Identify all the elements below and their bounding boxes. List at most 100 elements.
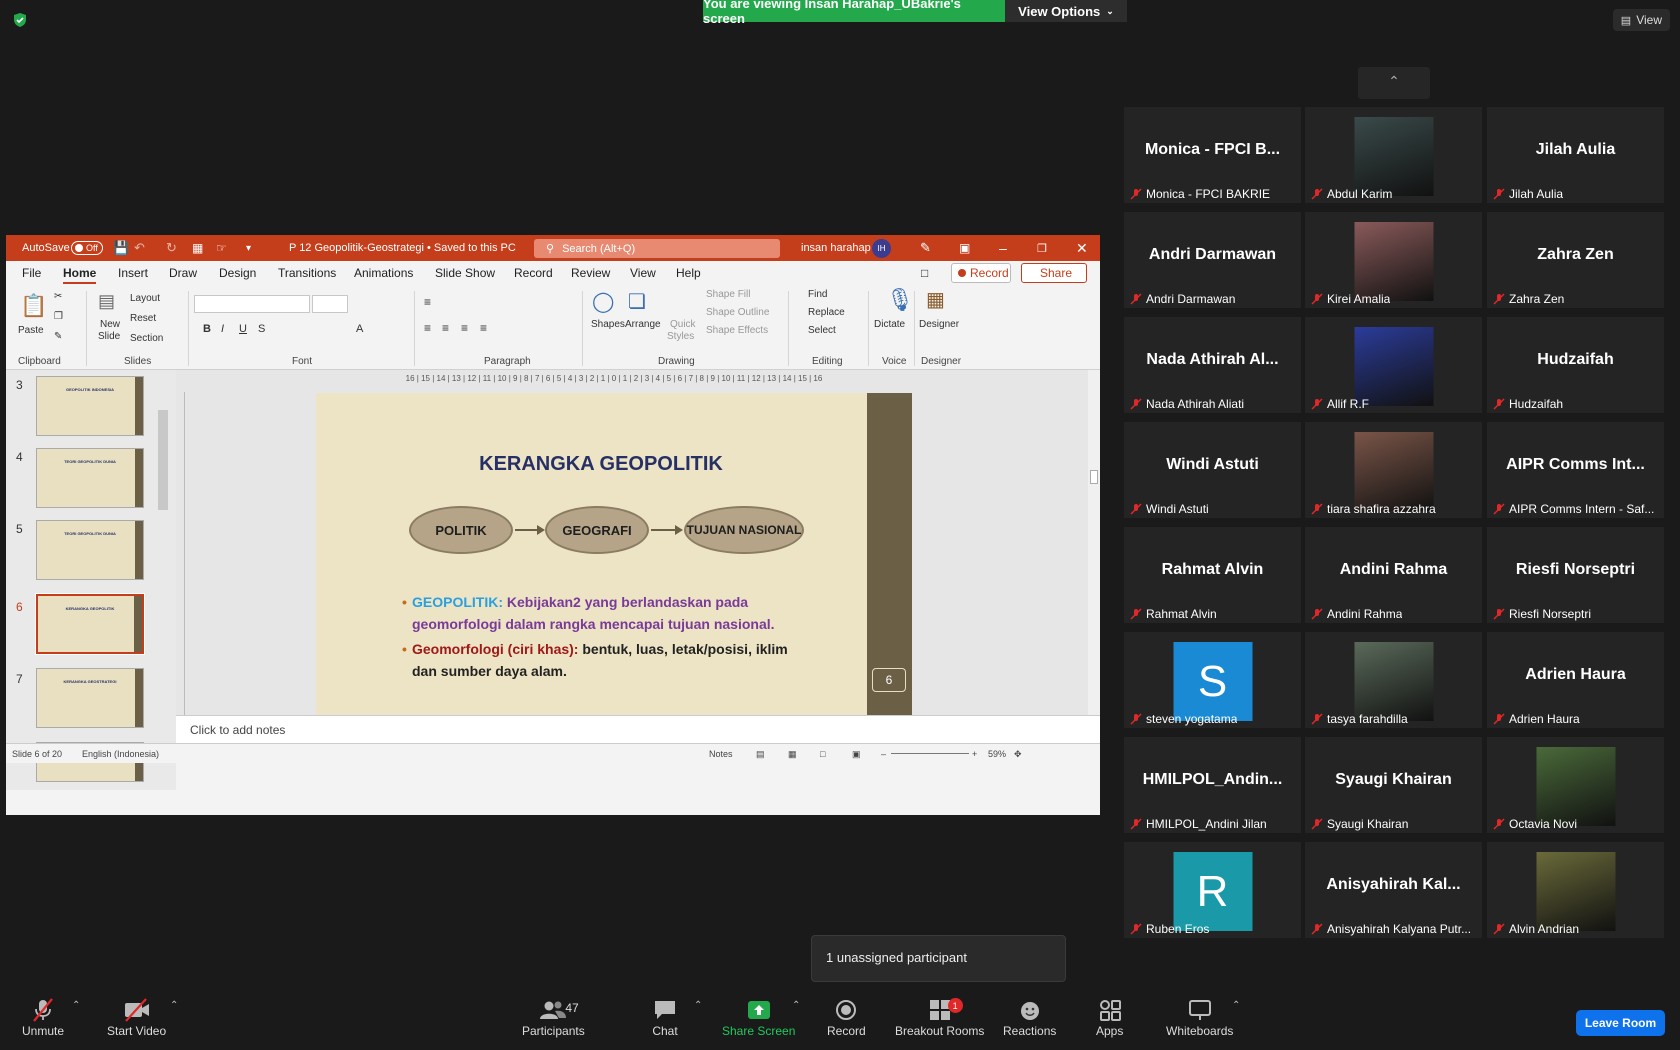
participant-tile[interactable]: Hudzaifah Hudzaifah [1487,317,1664,413]
participant-tile[interactable]: Rahmat Alvin Rahmat Alvin [1124,527,1301,623]
italic-icon[interactable]: I [221,323,224,335]
customize-toolbar-icon[interactable]: ▾ [246,235,251,261]
new-slide-button-2[interactable]: Slide [98,331,120,342]
oval-tujuan-nasional[interactable]: TUJUAN NASIONAL [684,506,804,554]
justify-icon[interactable]: ≡ [480,321,487,335]
tab-help[interactable]: Help [676,266,701,280]
present-icon[interactable]: ▦ [192,235,203,261]
quick-styles-button-2[interactable]: Styles [667,331,694,342]
designer-button[interactable]: Designer [919,319,959,330]
slide-thumbnail-5[interactable]: TEORI GEOPOLITIK DUNIA [36,520,144,580]
ppt-search-box[interactable]: ⚲ Search (Alt+Q) [534,239,780,258]
share-screen-button[interactable]: Share Screen [722,996,795,1038]
notes-pane[interactable]: Click to add notes [176,715,1100,743]
shape-effects-button[interactable]: Shape Effects [706,325,768,336]
language-indicator[interactable]: English (Indonesia) [82,749,159,759]
video-options-caret-icon[interactable]: ⌃ [170,1000,178,1011]
participant-tile[interactable]: Octavia Novi [1487,737,1664,833]
slide-thumbnail-6-selected[interactable]: KERANGKA GEOPOLITIK [35,593,145,655]
align-center-icon[interactable]: ≡ [442,321,449,335]
oval-politik[interactable]: POLITIK [409,506,513,554]
ppt-share-button[interactable]: Share [1021,263,1087,283]
current-slide[interactable]: KERANGKA GEOPOLITIK POLITIK GEOGRAFI TUJ… [316,393,912,728]
participant-tile[interactable]: Andini Rahma Andini Rahma [1305,527,1482,623]
tab-review[interactable]: Review [571,266,610,280]
new-slide-button[interactable]: New [100,319,120,330]
zoom-level[interactable]: 59% [988,749,1006,759]
slideshow-view-icon[interactable]: ▣ [852,749,861,760]
participant-tile[interactable]: Alvin Andrian [1487,842,1664,938]
participant-tile[interactable]: R Ruben Eros [1124,842,1301,938]
bullet-geomorfologi[interactable]: • Geomorfologi (ciri khas): bentuk, luas,… [402,638,812,682]
align-left-icon[interactable]: ≡ [424,321,431,335]
bullets-icon[interactable]: ≡ [424,295,431,309]
participant-tile[interactable]: AIPR Comms Int... AIPR Comms Intern - Saf… [1487,422,1664,518]
participant-tile[interactable]: Anisyahirah Kal... Anisyahirah Kalyana Pu… [1305,842,1482,938]
view-options-button[interactable]: View Options ⌄ [1005,0,1127,22]
start-video-button[interactable]: Start Video [107,996,166,1038]
tab-record[interactable]: Record [514,266,553,280]
tab-file[interactable]: File [22,266,41,280]
restore-icon[interactable]: ❐ [1037,235,1047,261]
participant-tile[interactable]: Nada Athirah Al... Nada Athirah Aliati [1124,317,1301,413]
reading-view-icon[interactable]: □ [820,749,825,759]
participant-tile[interactable]: Andri Darmawan Andri Darmawan [1124,212,1301,308]
tab-animations[interactable]: Animations [354,266,413,280]
slide-thumbnail-3[interactable]: GEOPOLITIK INDONESIA [36,376,144,436]
section-button[interactable]: Section [130,333,163,344]
zoom-in-icon[interactable]: + [972,749,977,759]
redo-icon[interactable]: ↻ [166,235,177,261]
close-icon[interactable]: ✕ [1076,235,1088,261]
sorter-view-icon[interactable]: ▦ [788,749,797,760]
participant-tile[interactable]: Monica - FPCI B... Monica - FPCI BAKRIE [1124,107,1301,203]
underline-icon[interactable]: U [239,323,247,335]
copy-icon[interactable]: ❐ [54,311,63,322]
format-painter-icon[interactable]: ✎ [54,331,62,342]
chat-button[interactable]: Chat [652,996,678,1038]
security-shield-icon[interactable] [12,12,28,28]
quick-styles-button[interactable]: Quick [670,319,696,330]
participant-tile[interactable]: Riesfi Norseptri Riesfi Norseptri [1487,527,1664,623]
autosave-toggle[interactable]: Off [71,241,103,255]
shapes-button[interactable]: Shapes [591,319,625,330]
slide-scrollbar[interactable] [1088,370,1100,715]
tab-insert[interactable]: Insert [118,266,148,280]
tab-view[interactable]: View [630,266,656,280]
tab-slide-show[interactable]: Slide Show [435,266,495,280]
select-button[interactable]: Select [808,325,836,336]
participant-tile[interactable]: tasya farahdilla [1305,632,1482,728]
thumbnail-scrollbar[interactable] [156,370,170,790]
tab-draw[interactable]: Draw [169,266,197,280]
leave-room-button[interactable]: Leave Room [1576,1010,1665,1036]
fit-slide-icon[interactable]: ✥ [1014,749,1022,760]
align-right-icon[interactable]: ≡ [461,321,468,335]
tab-home[interactable]: Home [63,266,97,284]
tab-transitions[interactable]: Transitions [278,266,336,280]
font-size-box[interactable] [312,295,348,313]
dictate-button[interactable]: Dictate [874,319,905,330]
arrange-button[interactable]: Arrange [625,319,661,330]
touch-mode-icon[interactable]: ☞ [216,235,227,261]
document-title[interactable]: P 12 Geopolitik-Geostrategi • Saved to t… [289,235,516,261]
slide-thumbnail-7[interactable]: KERANGKA GEOSTRATEGI [36,668,144,728]
participant-tile[interactable]: Kirei Amalia [1305,212,1482,308]
paste-button[interactable]: Paste [18,325,44,336]
reset-button[interactable]: Reset [130,313,156,324]
participant-tile[interactable]: HMILPOL_Andin... HMILPOL_Andini Jilan [1124,737,1301,833]
unassigned-participant-tooltip[interactable]: 1 unassigned participant [811,935,1066,982]
font-color-icon[interactable]: A [356,323,363,335]
share-options-caret-icon[interactable]: ⌃ [792,1000,800,1011]
font-name-box[interactable] [194,295,310,313]
participant-tile[interactable]: Zahra Zen Zahra Zen [1487,212,1664,308]
comments-icon[interactable]: □ [921,266,928,280]
participant-tile[interactable]: Windi Astuti Windi Astuti [1124,422,1301,518]
oval-geografi[interactable]: GEOGRAFI [545,506,649,554]
slide-thumbnail-4[interactable]: TEORI GEOPOLITIK DUNIA [36,448,144,508]
minimize-icon[interactable]: – [999,235,1007,261]
save-icon[interactable]: 💾 [113,235,129,261]
audio-options-caret-icon[interactable]: ⌃ [72,1000,80,1011]
user-avatar[interactable]: IH [872,239,891,258]
normal-view-icon[interactable]: ▤ [756,749,765,760]
replace-button[interactable]: Replace [808,307,845,318]
zoom-slider[interactable] [891,753,969,754]
